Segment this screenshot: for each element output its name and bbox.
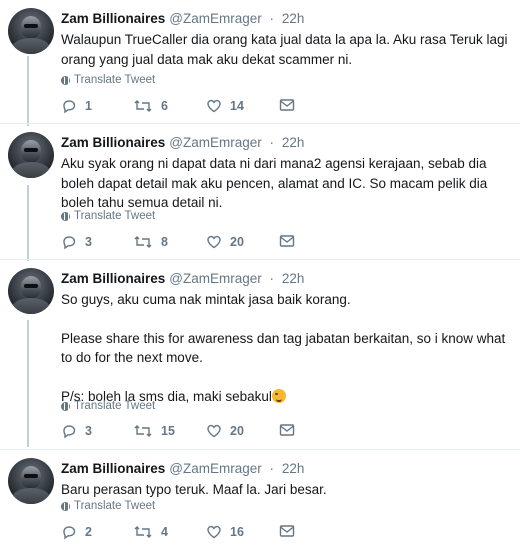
translate-link[interactable]: Translate Tweet xyxy=(61,74,155,86)
translate-label: Translate Tweet xyxy=(74,400,156,412)
retweet-button[interactable]: 4 xyxy=(133,524,168,540)
tweet[interactable]: Zam Billionaires @ZamEmrager · 22h Aku sy… xyxy=(0,124,520,260)
like-count: 20 xyxy=(230,424,244,438)
retweet-icon xyxy=(134,100,152,112)
avatar[interactable] xyxy=(8,132,54,178)
heart-icon xyxy=(207,235,221,249)
reply-icon xyxy=(63,526,76,540)
avatar[interactable] xyxy=(8,8,54,54)
tweet-header: Zam Billionaires @ZamEmrager · 22h xyxy=(61,135,304,150)
translate-label: Translate Tweet xyxy=(74,210,156,222)
envelope-icon xyxy=(279,424,295,436)
like-count: 16 xyxy=(230,525,244,539)
dm-button[interactable] xyxy=(279,98,295,112)
reply-icon xyxy=(63,425,76,439)
translate-label: Translate Tweet xyxy=(74,74,156,86)
like-button[interactable]: 20 xyxy=(206,234,244,250)
globe-icon xyxy=(61,501,70,511)
handle[interactable]: @ZamEmrager xyxy=(169,271,261,286)
heart-icon xyxy=(207,424,221,438)
retweet-button[interactable]: 15 xyxy=(133,423,175,439)
tweet-text: Baru perasan typo teruk. Maaf la. Jari b… xyxy=(61,482,327,497)
retweet-button[interactable]: 8 xyxy=(133,234,168,250)
reply-button[interactable]: 1 xyxy=(61,98,92,114)
tweet-text: So guys, aku cuma nak mintak jasa baik k… xyxy=(61,290,511,406)
separator-dot: · xyxy=(269,271,275,286)
tweet-text: Aku syak orang ni dapat data ni dari man… xyxy=(61,156,492,210)
retweet-icon xyxy=(134,425,152,437)
like-button[interactable]: 14 xyxy=(206,98,244,114)
reply-button[interactable]: 3 xyxy=(61,234,92,250)
tweet[interactable]: Zam Billionaires @ZamEmrager · 22h Walaup… xyxy=(0,0,520,124)
handle[interactable]: @ZamEmrager xyxy=(169,135,261,150)
reply-count: 3 xyxy=(85,424,92,438)
retweet-count: 15 xyxy=(161,424,175,438)
translate-link[interactable]: Translate Tweet xyxy=(61,210,155,222)
reply-count: 2 xyxy=(85,525,92,539)
handle[interactable]: @ZamEmrager xyxy=(169,11,261,26)
reply-icon xyxy=(63,100,76,114)
dm-button[interactable] xyxy=(279,234,295,248)
heart-icon xyxy=(207,525,221,539)
reply-button[interactable]: 2 xyxy=(61,524,92,540)
display-name[interactable]: Zam Billionaires xyxy=(61,271,165,286)
tweet-header: Zam Billionaires @ZamEmrager · 22h xyxy=(61,461,304,476)
envelope-icon xyxy=(279,525,295,537)
retweet-icon xyxy=(134,236,152,248)
like-count: 14 xyxy=(230,99,244,113)
reply-icon xyxy=(63,236,76,250)
winking-face-emoji xyxy=(271,388,286,403)
timestamp[interactable]: 22h xyxy=(282,11,305,26)
timestamp[interactable]: 22h xyxy=(282,135,305,150)
dm-button[interactable] xyxy=(279,524,295,538)
envelope-icon xyxy=(279,235,295,247)
separator-dot: · xyxy=(269,135,275,150)
retweet-icon xyxy=(134,526,152,538)
tweet-paragraph: So guys, aku cuma nak mintak jasa baik k… xyxy=(61,292,351,307)
translate-link[interactable]: Translate Tweet xyxy=(61,400,155,412)
like-button[interactable]: 20 xyxy=(206,423,244,439)
tweet-paragraph: Please share this for awareness dan tag … xyxy=(61,330,506,366)
display-name[interactable]: Zam Billionaires xyxy=(61,461,165,476)
reply-count: 1 xyxy=(85,99,92,113)
dm-button[interactable] xyxy=(279,423,295,437)
like-count: 20 xyxy=(230,235,244,249)
timestamp[interactable]: 22h xyxy=(282,461,305,476)
avatar[interactable] xyxy=(8,458,54,504)
display-name[interactable]: Zam Billionaires xyxy=(61,11,165,26)
tweet[interactable]: Zam Billionaires @ZamEmrager · 22h Baru p… xyxy=(0,450,520,556)
timestamp[interactable]: 22h xyxy=(282,271,305,286)
envelope-icon xyxy=(279,99,295,111)
tweet-header: Zam Billionaires @ZamEmrager · 22h xyxy=(61,271,304,286)
globe-icon xyxy=(61,211,70,221)
avatar[interactable] xyxy=(8,268,54,314)
retweet-count: 6 xyxy=(161,99,168,113)
tweet[interactable]: Zam Billionaires @ZamEmrager · 22h So guy… xyxy=(0,260,520,450)
reply-button[interactable]: 3 xyxy=(61,423,92,439)
tweet-text: Walaupun TrueCaller dia orang kata jual … xyxy=(61,32,512,67)
handle[interactable]: @ZamEmrager xyxy=(169,461,261,476)
globe-icon xyxy=(61,401,70,411)
retweet-count: 4 xyxy=(161,525,168,539)
translate-link[interactable]: Translate Tweet xyxy=(61,500,155,512)
tweet-header: Zam Billionaires @ZamEmrager · 22h xyxy=(61,11,304,26)
separator-dot: · xyxy=(269,11,275,26)
translate-label: Translate Tweet xyxy=(74,500,156,512)
reply-count: 3 xyxy=(85,235,92,249)
retweet-count: 8 xyxy=(161,235,168,249)
like-button[interactable]: 16 xyxy=(206,524,244,540)
heart-icon xyxy=(207,99,221,113)
separator-dot: · xyxy=(269,461,275,476)
globe-icon xyxy=(61,75,70,85)
retweet-button[interactable]: 6 xyxy=(133,98,168,114)
display-name[interactable]: Zam Billionaires xyxy=(61,135,165,150)
